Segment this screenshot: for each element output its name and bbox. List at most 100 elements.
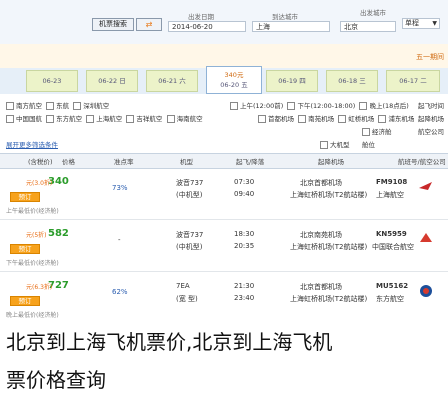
- header-punctuality: 准点率: [114, 158, 134, 166]
- filter-label-airport: 起降机场: [418, 115, 444, 123]
- aircraft: 波音737: [176, 179, 204, 187]
- checkbox[interactable]: [73, 102, 82, 110]
- checkbox[interactable]: [378, 115, 387, 123]
- more-filters-link[interactable]: 展开更多筛选条件: [6, 139, 58, 149]
- flight-row-2: MU5162 东方航空 北京首都机场 上海虹桥机场(T2航站楼) 21:30 2…: [0, 274, 448, 322]
- notice-bar: [0, 44, 448, 68]
- date-tab-0[interactable]: 06-23: [26, 70, 78, 92]
- checkbox[interactable]: [338, 115, 347, 123]
- discount: 元(5折): [26, 232, 47, 239]
- trip-type-select[interactable]: 单程 ▼: [402, 18, 440, 29]
- discount: 元(6.3折): [26, 284, 53, 291]
- airline-name: 上海航空: [376, 191, 404, 199]
- airline-logo-icon: [418, 284, 434, 298]
- filter-label-cabin: 舱位: [362, 141, 375, 149]
- airline-name: 中国联合航空: [372, 243, 414, 251]
- arrive-city-input[interactable]: 上海: [252, 21, 330, 32]
- price-note: 晚上最低价(经济舱): [6, 312, 59, 319]
- book-button[interactable]: 预订: [10, 296, 40, 306]
- depart-airport: 北京南苑机场: [300, 231, 342, 239]
- checkbox[interactable]: [6, 102, 14, 110]
- checkbox[interactable]: [362, 128, 370, 136]
- airline-logo-icon: [418, 232, 434, 244]
- date-tab-4[interactable]: 06-19 四: [266, 70, 318, 92]
- aircraft-size: (中机型): [176, 243, 203, 251]
- checkbox[interactable]: [298, 115, 307, 123]
- header-time: 起飞/降落: [236, 158, 265, 166]
- flight-number: KN5959: [376, 230, 407, 238]
- checkbox[interactable]: [126, 115, 135, 123]
- arrive-time: 20:35: [234, 242, 255, 250]
- row-divider: [0, 271, 448, 272]
- punctuality: 62%: [112, 288, 128, 296]
- header-type: 机型: [180, 158, 193, 166]
- date-tab-5[interactable]: 06-18 三: [326, 70, 378, 92]
- row-divider: [0, 219, 448, 220]
- checkbox[interactable]: [86, 115, 95, 123]
- depart-city-label: 到达城市: [272, 13, 298, 21]
- filter-label-time: 起飞时间: [418, 102, 444, 110]
- checkbox[interactable]: [359, 102, 368, 110]
- filter-label-airline: 航空公司: [418, 128, 444, 136]
- aircraft-size: (中机型): [176, 191, 203, 199]
- arrive-airport: 上海虹桥机场(T2航站楼): [290, 191, 368, 199]
- filter-row-airline: 中国国航 东方航空 上海航空 吉祥航空 海南航空: [6, 113, 203, 123]
- filter-row-time: 上午(12:00前) 下午(12:00-18:00) 晚上(18点后): [230, 100, 409, 110]
- checkbox[interactable]: [46, 115, 55, 123]
- swap-button[interactable]: ⇄: [136, 18, 162, 31]
- depart-time: 07:30: [234, 178, 255, 186]
- depart-airport: 北京首都机场: [300, 283, 342, 291]
- aircraft: 7EA: [176, 282, 190, 290]
- header-airline: 航班号/航空公司: [398, 158, 446, 166]
- price-note: 下午最低价(经济舱): [6, 260, 59, 267]
- filter-row-type: 大机型: [320, 139, 350, 149]
- header-remark: (含税价): [28, 158, 53, 166]
- book-button[interactable]: 预订: [10, 244, 40, 254]
- depart-city-input[interactable]: 北京: [340, 21, 396, 32]
- checkbox[interactable]: [46, 102, 55, 110]
- filter-row-cabin: 经济舱: [362, 126, 392, 136]
- caption-line-2: 票价格查询: [6, 368, 106, 392]
- top-city-label: 出发城市: [360, 9, 386, 17]
- filter-row-airline-2: 南方航空 东航 深圳航空: [6, 100, 109, 110]
- price: 582: [48, 228, 69, 239]
- checkbox[interactable]: [230, 102, 238, 110]
- punctuality: -: [118, 236, 121, 244]
- notice-text: 五一期间: [416, 53, 444, 61]
- checkbox[interactable]: [166, 115, 175, 123]
- flight-number: FM9108: [376, 178, 408, 186]
- airline-logo-icon: [418, 180, 434, 192]
- date-tab-active[interactable]: 340元 06-20 五: [206, 66, 262, 94]
- aircraft: 波音737: [176, 231, 204, 239]
- checkbox[interactable]: [258, 115, 266, 123]
- flight-number: MU5162: [376, 282, 409, 290]
- date-input[interactable]: 2014-06-20: [168, 21, 246, 32]
- flight-row-1: KN5959 中国联合航空 北京南苑机场 上海虹桥机场(T2航站楼) 18:30…: [0, 222, 448, 270]
- date-label: 出发日期: [188, 13, 214, 21]
- swap-icon: ⇄: [145, 20, 153, 29]
- checkbox[interactable]: [320, 141, 328, 149]
- date-tab-2[interactable]: 06-21 六: [146, 70, 198, 92]
- date-tab-1[interactable]: 06-22 日: [86, 70, 138, 92]
- depart-time: 21:30: [234, 282, 255, 290]
- airline-name: 东方航空: [376, 295, 404, 303]
- discount: 元(3.0折): [26, 180, 53, 187]
- book-button[interactable]: 预订: [10, 192, 40, 202]
- checkbox[interactable]: [6, 115, 14, 123]
- depart-time: 18:30: [234, 230, 255, 238]
- search-button[interactable]: 机票搜索: [92, 18, 134, 31]
- arrive-time: 23:40: [234, 294, 255, 302]
- aircraft-size: (宽 型): [176, 295, 198, 303]
- date-tab-6[interactable]: 06-17 二: [386, 70, 440, 92]
- punctuality: 73%: [112, 184, 128, 192]
- header-airport: 起降机场: [318, 158, 344, 166]
- arrive-time: 09:40: [234, 190, 255, 198]
- flight-row-0: FM9108 上海航空 北京首都机场 上海虹桥机场(T2航站楼) 07:30 0…: [0, 170, 448, 218]
- checkbox[interactable]: [287, 102, 296, 110]
- filter-row-airport: 首都机场 南苑机场 虹桥机场 浦东机场: [258, 113, 414, 123]
- header-price: 价格: [62, 158, 75, 166]
- caption-line-1: 北京到上海飞机票价,北京到上海飞机: [6, 330, 333, 354]
- price-note: 上午最低价(经济舱): [6, 208, 59, 215]
- depart-airport: 北京首都机场: [300, 179, 342, 187]
- arrive-airport: 上海虹桥机场(T2航站楼): [290, 243, 368, 251]
